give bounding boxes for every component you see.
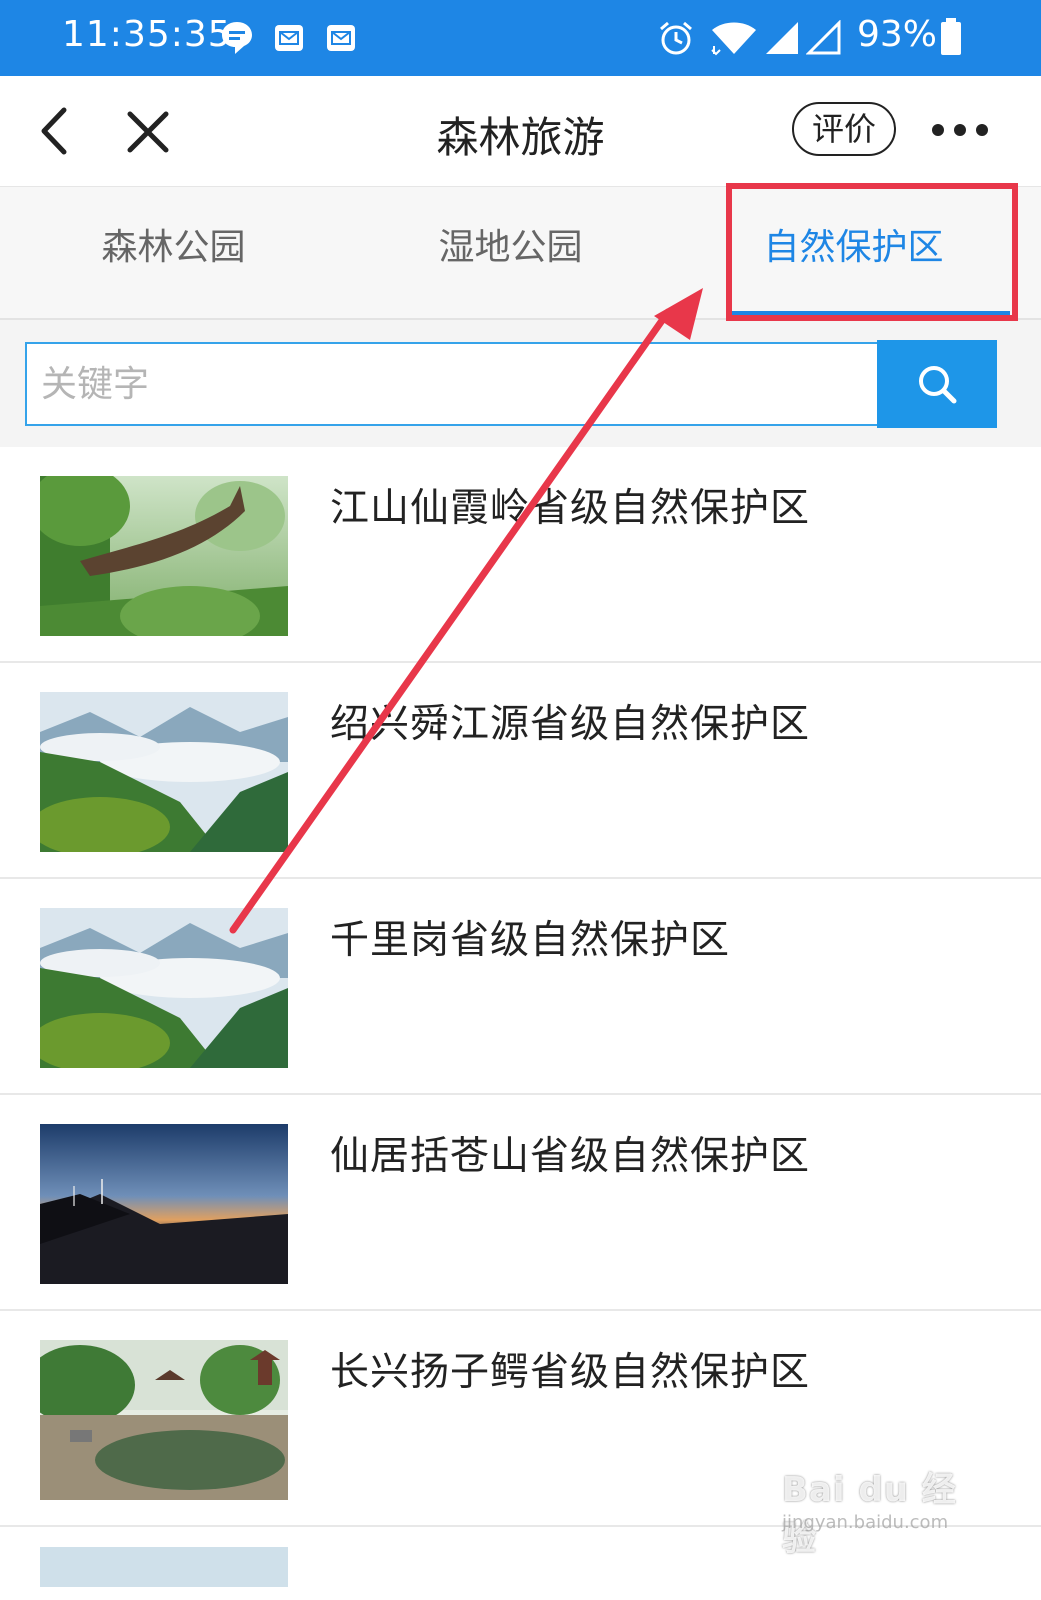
mail-icon: [327, 25, 355, 51]
reserve-name: 仙居括苍山省级自然保护区: [330, 1134, 811, 1179]
status-time: 11:35:35: [62, 14, 232, 55]
search-icon: [919, 366, 957, 404]
tab-wetland-park[interactable]: 湿地公园: [337, 187, 684, 318]
search-area: [0, 320, 1041, 447]
message-icon: [222, 22, 252, 54]
chevron-left-icon[interactable]: [36, 106, 76, 156]
reserve-name: 江山仙霞岭省级自然保护区: [330, 486, 811, 531]
thumbnail-image: [40, 1340, 288, 1500]
thumbnail-image: [40, 692, 288, 852]
thumbnail-image: [40, 1547, 288, 1587]
thumbnail-image: [40, 1124, 288, 1284]
battery-icon: [941, 18, 961, 55]
close-icon[interactable]: [124, 108, 172, 156]
thumbnail-image: [40, 908, 288, 1068]
reserve-list: 江山仙霞岭省级自然保护区 绍兴舜江源省级自然保护区 千里岗省级自然保护区 仙居括…: [0, 447, 1041, 1587]
list-item[interactable]: 千里岗省级自然保护区: [0, 879, 1041, 1095]
search-input[interactable]: [25, 342, 877, 426]
list-item[interactable]: 仙居括苍山省级自然保护区: [0, 1095, 1041, 1311]
alarm-icon: [660, 21, 692, 55]
tab-nature-reserve[interactable]: 自然保护区: [680, 187, 1027, 318]
nav-bar: 森林旅游 评价: [0, 76, 1041, 187]
battery-percent: 93%: [857, 14, 938, 55]
reserve-name: 千里岗省级自然保护区: [330, 918, 731, 963]
category-tabs: 森林公园 湿地公园 自然保护区: [0, 187, 1041, 320]
tab-forest-park[interactable]: 森林公园: [0, 187, 347, 318]
more-icon[interactable]: [928, 118, 992, 142]
wifi-icon: [711, 22, 756, 56]
reserve-name: 绍兴舜江源省级自然保护区: [330, 702, 811, 747]
reserve-name: 长兴扬子鳄省级自然保护区: [330, 1350, 811, 1395]
mail-icon: [275, 25, 303, 51]
list-item[interactable]: 江山仙霞岭省级自然保护区: [0, 447, 1041, 663]
status-bar: 11:35:35 93%: [0, 0, 1041, 76]
list-item[interactable]: [0, 1527, 1041, 1587]
list-item[interactable]: 绍兴舜江源省级自然保护区: [0, 663, 1041, 879]
thumbnail-image: [40, 476, 288, 636]
signal-empty-icon: [806, 20, 841, 55]
list-item[interactable]: 长兴扬子鳄省级自然保护区: [0, 1311, 1041, 1527]
signal-icon: [766, 22, 798, 54]
rate-button[interactable]: 评价: [792, 102, 896, 156]
active-tab-indicator: [730, 311, 1010, 316]
search-button[interactable]: [877, 340, 997, 428]
